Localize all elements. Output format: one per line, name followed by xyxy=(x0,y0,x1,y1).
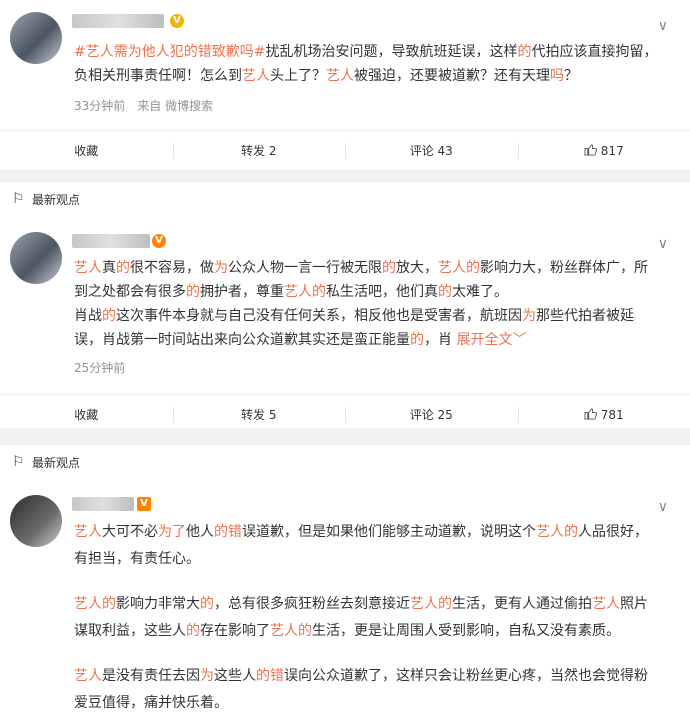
text-run: 是没有责任去因 xyxy=(102,668,200,684)
post-card-3: V ∨ 艺人大可不必为了他人的错误道歉，但是如果他们能够主动道歉，说明这个艺人的… xyxy=(0,479,690,728)
avatar[interactable] xyxy=(10,232,62,284)
username-blurred[interactable] xyxy=(72,497,134,511)
repost-button[interactable]: 转发 5 xyxy=(172,395,346,435)
post-body: #艺人需为他人犯的错致歉吗#扰乱机场治安问题，导致航班延误，这样的代拍应该直接拘… xyxy=(74,40,659,88)
text-run: 放大， xyxy=(396,260,438,276)
post-meta: 33分钟前 来自 微博搜索 xyxy=(74,99,214,113)
text-run: 的 xyxy=(186,623,200,639)
text-run: 艺人 xyxy=(74,260,102,276)
thumb-up-icon xyxy=(584,408,597,420)
text-run: ，总有很多疯狂粉丝去刻意接近 xyxy=(214,596,410,612)
post-meta: 25分钟前 xyxy=(74,361,126,375)
text-run: 艺人的 xyxy=(270,623,312,639)
chevron-down-icon[interactable]: ∨ xyxy=(658,499,668,515)
text-run: 的 xyxy=(438,284,452,300)
post-body: 艺人真的很不容易，做为公众人物一言一行被无限的放大，艺人的影响力大，粉丝群体广，… xyxy=(74,256,659,352)
chevron-down-icon[interactable]: ∨ xyxy=(658,236,668,252)
text-run: 的 xyxy=(102,308,116,324)
text-run: 的错 xyxy=(214,524,242,540)
text-run: 真 xyxy=(102,260,116,276)
text-run: ，肖 xyxy=(424,332,457,348)
text-run: 的 xyxy=(200,596,214,612)
section-header: ⚐ 最新观点 xyxy=(0,182,690,217)
text-run: 的 xyxy=(186,284,200,300)
text-run: 艺人 xyxy=(74,668,102,684)
repost-button[interactable]: 转发 2 xyxy=(172,131,346,171)
text-run: 艺人 xyxy=(326,68,354,84)
text-run: 的 xyxy=(382,260,396,276)
text-run: 存在影响了 xyxy=(200,623,270,639)
text-run: 这次事件本身就与自己没有任何关系，相反他也是受害者，航班因 xyxy=(116,308,522,324)
text-run: 的 xyxy=(517,44,532,60)
avatar[interactable] xyxy=(10,12,62,64)
like-count: 817 xyxy=(600,144,624,158)
text-run: 艺人的 xyxy=(74,596,116,612)
paragraph: 艺人的影响力非常大的，总有很多疯狂粉丝去刻意接近艺人的生活，更有人通过偷拍艺人照… xyxy=(74,591,659,645)
text-run: 艺人的 xyxy=(536,524,578,540)
username-blurred[interactable] xyxy=(72,234,150,248)
text-run: 的 xyxy=(116,260,130,276)
post-card-1: V ∨ #艺人需为他人犯的错致歉吗#扰乱机场治安问题，导致航班延误，这样的代拍应… xyxy=(0,0,690,170)
like-button[interactable]: 817 xyxy=(517,131,690,171)
thumb-up-icon xyxy=(584,144,597,156)
verified-badge-icon: V xyxy=(137,497,151,511)
collect-button[interactable]: 收藏 xyxy=(0,395,173,435)
paragraph: 艺人是没有责任去因为这些人的错误向公众道歉了，这样只会让粉丝更心疼，当然也会觉得… xyxy=(74,663,659,717)
chevron-down-icon[interactable]: ∨ xyxy=(658,18,668,34)
topic-link[interactable]: #艺人需为他人犯的错致歉吗# xyxy=(74,44,265,60)
section-label: 最新观点 xyxy=(32,193,81,207)
avatar[interactable] xyxy=(10,495,62,547)
section-header: ⚐ 最新观点 xyxy=(0,445,690,480)
text-run: 很不容易，做 xyxy=(130,260,214,276)
text-run: 太难了。 xyxy=(452,284,508,300)
section-label: 最新观点 xyxy=(32,456,81,470)
verified-badge-icon: V xyxy=(170,14,184,28)
text-run: 艺人 xyxy=(592,596,620,612)
like-count: 781 xyxy=(600,408,624,422)
text-run: 的 xyxy=(410,332,424,348)
comment-button[interactable]: 评论 43 xyxy=(345,131,518,171)
text-run: 艺人的 xyxy=(438,260,480,276)
text-run: 艺人的 xyxy=(284,284,326,300)
text-run: 拥护者，尊重 xyxy=(200,284,284,300)
text-run: 被强迫，还要被道歉？还有天理 xyxy=(354,68,550,84)
action-bar: 收藏 转发 5 评论 25 781 xyxy=(0,394,690,435)
like-button[interactable]: 781 xyxy=(517,395,690,435)
text-run: 的错 xyxy=(256,668,284,684)
collect-button[interactable]: 收藏 xyxy=(0,131,173,171)
action-bar: 收藏 转发 2 评论 43 817 xyxy=(0,130,690,171)
text-run: 他人 xyxy=(186,524,214,540)
text-run: 艺人 xyxy=(242,68,270,84)
text-run: 公众人物一言一行被无限 xyxy=(228,260,382,276)
post-body: 艺人大可不必为了他人的错误道歉，但是如果他们能够主动道歉，说明这个艺人的人品很好… xyxy=(74,519,659,717)
text-run: 扰乱机场治安问题，导致航班延误，这样 xyxy=(265,44,518,60)
text-run: 生活，更是让周围人受到影响，自私又没有素质。 xyxy=(312,623,620,639)
text-run: 误道歉，但是如果他们能够主动道歉，说明这个 xyxy=(242,524,536,540)
paragraph: 艺人大可不必为了他人的错误道歉，但是如果他们能够主动道歉，说明这个艺人的人品很好… xyxy=(74,519,659,573)
text-run: 影响力非常大 xyxy=(116,596,200,612)
text-run: 为 xyxy=(200,668,214,684)
post-card-2: V ∨ 艺人真的很不容易，做为公众人物一言一行被无限的放大，艺人的影响力大，粉丝… xyxy=(0,216,690,428)
text-run: 生活，更有人通过偷拍 xyxy=(452,596,592,612)
text-run: 肖战 xyxy=(74,308,102,324)
text-run: 这些人 xyxy=(214,668,256,684)
text-run: 私生活吧，他们真 xyxy=(326,284,438,300)
verified-badge-icon: V xyxy=(152,234,166,248)
expand-button[interactable]: 展开全文﹀ xyxy=(456,332,526,348)
text-run: ？ xyxy=(564,68,578,84)
text-run: 为了 xyxy=(158,524,186,540)
text-run: 吗 xyxy=(550,68,564,84)
text-run: 艺人 xyxy=(74,524,102,540)
flag-icon: ⚐ xyxy=(12,454,25,470)
text-run: 为 xyxy=(522,308,536,324)
text-run: 头上了？ xyxy=(270,68,326,84)
text-run: 为 xyxy=(214,260,228,276)
username-blurred[interactable] xyxy=(72,14,164,28)
comment-button[interactable]: 评论 25 xyxy=(345,395,518,435)
text-run: 艺人的 xyxy=(410,596,452,612)
flag-icon: ⚐ xyxy=(12,191,25,207)
text-run: 大可不必 xyxy=(102,524,158,540)
